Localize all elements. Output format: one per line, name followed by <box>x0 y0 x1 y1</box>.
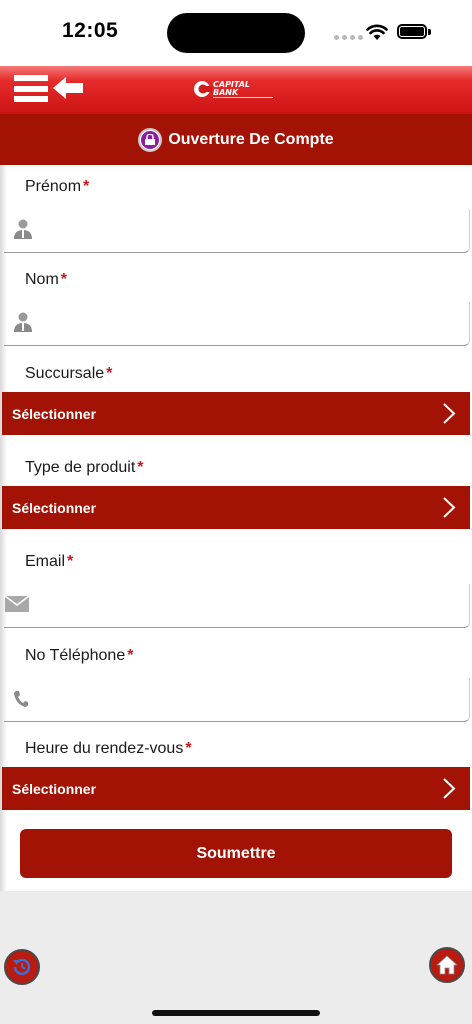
history-button[interactable] <box>4 949 40 985</box>
envelope-icon <box>4 595 30 612</box>
type-produit-value: Sélectionner <box>12 499 97 516</box>
prenom-field[interactable] <box>4 209 470 253</box>
home-button[interactable] <box>429 947 465 983</box>
status-bar: 12:05 <box>0 0 472 66</box>
menu-icon[interactable] <box>14 75 48 102</box>
nom-field[interactable] <box>4 302 470 346</box>
heure-select[interactable]: Sélectionner <box>2 767 470 810</box>
account-icon <box>138 127 163 152</box>
type-produit-select[interactable]: Sélectionner <box>2 486 470 529</box>
type-produit-label: Type de produit * <box>25 459 144 476</box>
email-label: Email * <box>25 553 74 570</box>
succursale-value: Sélectionner <box>12 405 97 422</box>
page-title-bar: Ouverture De Compte <box>0 114 472 165</box>
app-header: CAPITAL BANK <box>0 66 472 114</box>
home-icon <box>435 955 459 975</box>
dynamic-island <box>167 13 305 53</box>
page-title: Ouverture De Compte <box>168 130 334 148</box>
status-time: 12:05 <box>62 19 119 42</box>
prenom-label: Prénom * <box>25 178 90 195</box>
bottom-area <box>0 891 472 1024</box>
succursale-label: Succursale * <box>25 365 113 382</box>
battery-icon <box>397 24 427 39</box>
nom-label: Nom * <box>25 271 68 288</box>
home-indicator <box>152 1010 320 1016</box>
succursale-select[interactable]: Sélectionner <box>2 392 470 435</box>
chevron-right-icon <box>443 403 456 424</box>
submit-button[interactable]: Soumettre <box>20 829 452 878</box>
heure-value: Sélectionner <box>12 780 97 797</box>
chevron-right-icon <box>443 497 456 518</box>
user-icon <box>14 219 32 239</box>
heure-label: Heure du rendez-vous * <box>25 740 192 757</box>
telephone-label: No Téléphone * <box>25 647 134 664</box>
email-field[interactable] <box>4 584 470 628</box>
telephone-field[interactable] <box>4 678 470 722</box>
user-icon <box>14 312 32 332</box>
back-arrow-icon[interactable] <box>52 75 84 101</box>
phone-icon <box>14 691 28 707</box>
history-icon <box>13 958 31 976</box>
signal-icon <box>334 35 363 40</box>
svg-text:BANK: BANK <box>213 88 239 97</box>
wifi-icon <box>366 24 388 40</box>
bank-logo: CAPITAL BANK <box>192 78 282 102</box>
chevron-right-icon <box>443 778 456 799</box>
